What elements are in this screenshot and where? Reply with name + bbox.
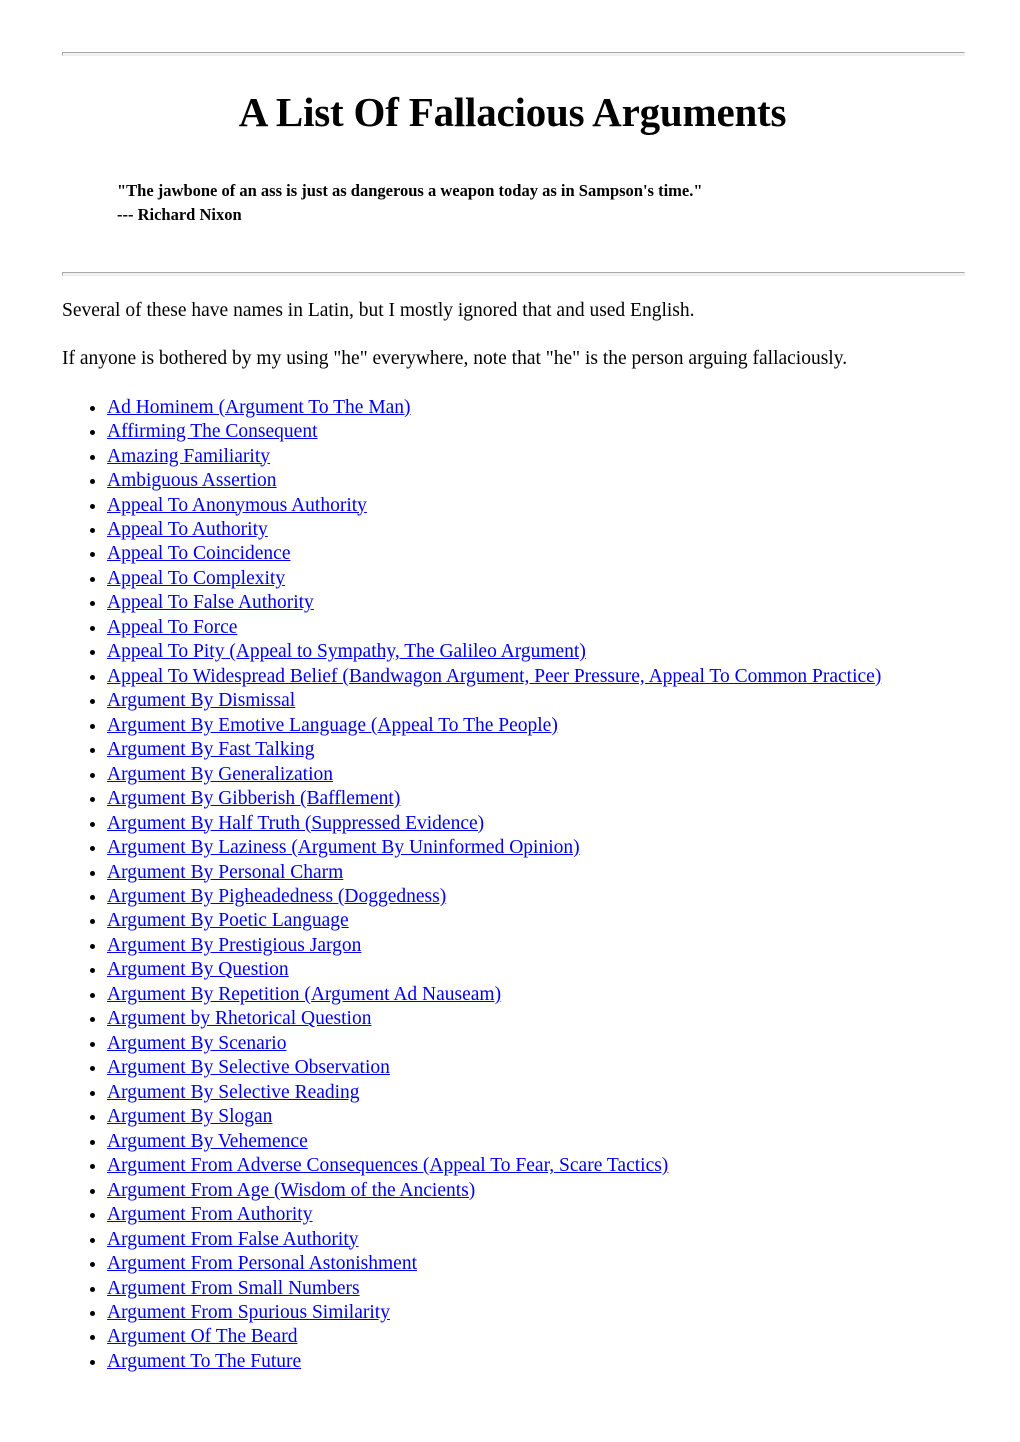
list-item: Appeal To Force [107,616,963,640]
fallacy-link[interactable]: Argument By Dismissal [107,690,295,711]
fallacy-link[interactable]: Argument By Generalization [107,764,333,785]
list-item: Appeal To Coincidence [107,542,963,566]
list-item: Argument By Dismissal [107,689,963,713]
fallacy-link[interactable]: Argument From Age (Wisdom of the Ancient… [107,1180,475,1201]
fallacy-link[interactable]: Argument By Fast Talking [107,739,315,760]
fallacy-link[interactable]: Argument By Laziness (Argument By Uninfo… [107,837,580,858]
list-item: Argument From False Authority [107,1228,963,1252]
list-item: Argument By Question [107,958,963,982]
fallacy-link[interactable]: Argument By Pigheadedness (Doggedness) [107,886,446,907]
epigraph-quote-text: "The jawbone of an ass is just as danger… [117,181,703,201]
fallacy-link[interactable]: Appeal To Coincidence [107,543,290,564]
fallacy-link[interactable]: Argument By Selective Observation [107,1057,390,1078]
fallacy-link[interactable]: Appeal To Complexity [107,568,285,589]
fallacy-link[interactable]: Argument From Small Numbers [107,1278,360,1299]
fallacy-link[interactable]: Argument By Emotive Language (Appeal To … [107,715,558,736]
list-item: Argument To The Future [107,1350,963,1374]
list-item: Argument By Laziness (Argument By Uninfo… [107,836,963,860]
list-item: Argument Of The Beard [107,1325,963,1349]
list-item: Argument By Selective Reading [107,1081,963,1105]
fallacy-link[interactable]: Argument By Scenario [107,1033,286,1054]
fallacy-link[interactable]: Argument By Vehemence [107,1131,308,1152]
epigraph-attribution: --- Richard Nixon [117,204,242,224]
list-item: Argument By Selective Observation [107,1056,963,1080]
list-item: Argument By Vehemence [107,1130,963,1154]
list-item: Appeal To Complexity [107,567,963,591]
list-item: Appeal To Authority [107,518,963,542]
list-item: Argument From Adverse Consequences (Appe… [107,1154,963,1178]
fallacy-link[interactable]: Ad Hominem (Argument To The Man) [107,397,411,418]
fallacy-link[interactable]: Argument By Selective Reading [107,1082,360,1103]
fallacy-link[interactable]: Appeal To False Authority [107,592,314,613]
list-item: Appeal To Pity (Appeal to Sympathy, The … [107,640,963,664]
fallacy-link[interactable]: Argument By Poetic Language [107,910,349,931]
fallacy-link[interactable]: Argument From Authority [107,1204,312,1225]
list-item: Ambiguous Assertion [107,469,963,493]
fallacy-link[interactable]: Argument By Prestigious Jargon [107,935,361,956]
fallacy-link-list: Ad Hominem (Argument To The Man) Affirmin… [62,396,963,1375]
fallacy-link[interactable]: Appeal To Anonymous Authority [107,495,367,516]
list-item: Argument From Personal Astonishment [107,1252,963,1276]
fallacy-link[interactable]: Argument By Half Truth (Suppressed Evide… [107,813,484,834]
list-item: Argument By Emotive Language (Appeal To … [107,714,963,738]
top-horizontal-rule [62,52,965,56]
list-item: Argument By Half Truth (Suppressed Evide… [107,812,963,836]
fallacy-link[interactable]: Argument By Gibberish (Bafflement) [107,788,400,809]
fallacy-link[interactable]: Ambiguous Assertion [107,470,277,491]
fallacy-link[interactable]: Argument From Spurious Similarity [107,1302,390,1323]
list-item: Argument By Personal Charm [107,861,963,885]
list-item: Appeal To False Authority [107,591,963,615]
list-item: Argument By Slogan [107,1105,963,1129]
fallacy-link[interactable]: Amazing Familiarity [107,446,270,467]
list-item: Argument By Generalization [107,763,963,787]
list-item: Appeal To Anonymous Authority [107,494,963,518]
fallacy-link[interactable]: Argument From False Authority [107,1229,359,1250]
epigraph-blockquote: "The jawbone of an ass is just as danger… [62,179,963,226]
list-item: Argument By Poetic Language [107,909,963,933]
list-item: Amazing Familiarity [107,445,963,469]
fallacy-link[interactable]: Affirming The Consequent [107,421,318,442]
fallacy-link[interactable]: Argument By Slogan [107,1106,272,1127]
page-title: A List Of Fallacious Arguments [238,89,787,135]
list-item: Appeal To Widespread Belief (Bandwagon A… [107,665,963,689]
list-item: Argument By Scenario [107,1032,963,1056]
list-item: Argument From Spurious Similarity [107,1301,963,1325]
intro-paragraph-1: Several of these have names in Latin, bu… [62,299,695,321]
fallacy-link[interactable]: Argument By Question [107,959,289,980]
fallacy-link[interactable]: Argument By Repetition (Argument Ad Naus… [107,984,501,1005]
second-horizontal-rule [62,271,965,276]
fallacy-link[interactable]: Argument by Rhetorical Question [107,1008,371,1029]
list-item: Argument From Small Numbers [107,1277,963,1301]
fallacy-link[interactable]: Argument By Personal Charm [107,862,343,883]
fallacy-link[interactable]: Appeal To Pity (Appeal to Sympathy, The … [107,641,586,662]
fallacy-link[interactable]: Appeal To Authority [107,519,268,540]
fallacy-link[interactable]: Argument From Personal Astonishment [107,1253,417,1274]
fallacy-link[interactable]: Appeal To Widespread Belief (Bandwagon A… [107,666,881,687]
list-item: Argument By Repetition (Argument Ad Naus… [107,983,963,1007]
fallacy-link[interactable]: Argument To The Future [107,1351,301,1372]
intro-paragraph-2: If anyone is bothered by my using "he" e… [62,348,848,370]
document-page: A List Of Fallacious Arguments "The jawb… [0,0,1020,1374]
list-item: Argument From Age (Wisdom of the Ancient… [107,1179,963,1203]
list-item: Argument From Authority [107,1203,963,1227]
list-item: Argument By Gibberish (Bafflement) [107,787,963,811]
list-item: Argument By Prestigious Jargon [107,934,963,958]
list-item: Argument By Fast Talking [107,738,963,762]
list-item: Argument By Pigheadedness (Doggedness) [107,885,963,909]
fallacy-link[interactable]: Argument Of The Beard [107,1326,297,1347]
fallacy-link[interactable]: Appeal To Force [107,617,237,638]
fallacy-link[interactable]: Argument From Adverse Consequences (Appe… [107,1155,668,1176]
list-item: Argument by Rhetorical Question [107,1007,963,1031]
list-item: Affirming The Consequent [107,420,963,444]
list-item: Ad Hominem (Argument To The Man) [107,396,963,420]
